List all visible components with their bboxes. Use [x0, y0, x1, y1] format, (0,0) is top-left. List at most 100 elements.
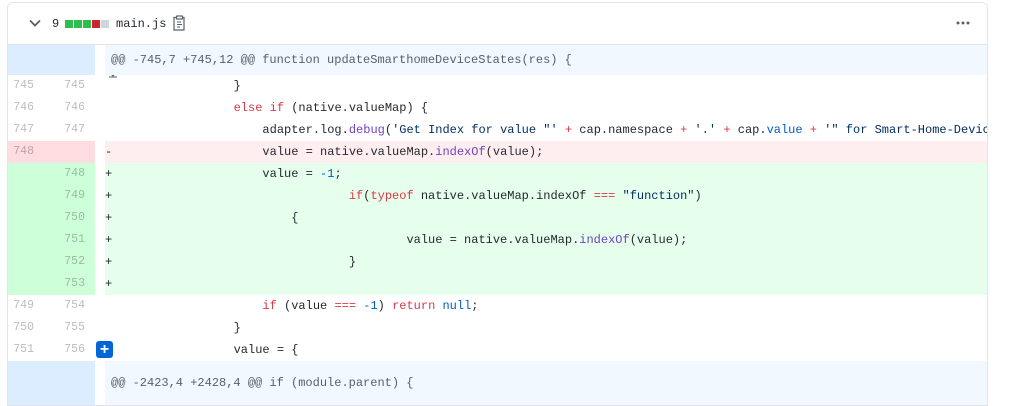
new-line-number[interactable]: 756 — [52, 339, 85, 361]
new-line-number[interactable]: 747 — [52, 119, 85, 141]
new-line-number[interactable]: 755 — [52, 317, 85, 339]
new-line-number[interactable]: 754 — [52, 295, 85, 317]
code-token: -1 — [363, 299, 378, 313]
file-name-link[interactable]: main.js — [116, 17, 166, 31]
copy-icon[interactable] — [172, 15, 188, 31]
code-token: === — [593, 189, 616, 203]
unfold-down-icon[interactable] — [40, 385, 118, 405]
file-header: 9 main.js — [8, 3, 987, 45]
code-token: } — [233, 79, 241, 93]
diff-sign: + — [105, 233, 113, 247]
code-cell — [105, 273, 987, 295]
diff-line-add: 750 + { — [8, 207, 987, 229]
code-lines: 745 745 } 746 746 else if (native.valueMap)… — [8, 75, 987, 361]
code-token: (value — [276, 299, 335, 313]
diffstat-bar — [65, 20, 109, 28]
diff-line-add: 751 + value = native.valueMap.indexOf(val… — [8, 229, 987, 251]
diff-sign: + — [105, 211, 113, 225]
new-line-number[interactable]: 746 — [52, 97, 85, 119]
code-token: value = native.valueMap. — [406, 233, 580, 247]
new-line-number[interactable]: 745 — [52, 75, 85, 97]
code-token: + — [564, 123, 573, 137]
code-token: } — [233, 321, 241, 335]
change-count: 9 — [52, 17, 60, 31]
diff-line-ctx: 747 747 adapter.log.debug('Get Index for … — [8, 119, 987, 141]
code-token: (value); — [485, 145, 544, 159]
code-text: adapter.log.debug('Get Index for value "… — [176, 119, 987, 141]
code-text: value = -1; — [176, 163, 987, 185]
new-line-number[interactable]: 749 — [52, 185, 85, 207]
code-token: typeof — [370, 189, 414, 203]
old-line-number[interactable] — [8, 251, 34, 273]
code-text: } — [176, 317, 987, 339]
code-token: === — [334, 299, 357, 313]
new-line-number[interactable]: 753 — [52, 273, 85, 295]
code-token: "function" — [615, 189, 695, 203]
code-token: cap. — [730, 123, 767, 137]
old-line-number[interactable]: 748 — [8, 141, 34, 163]
code-token: (native.valueMap) { — [284, 101, 429, 115]
old-line-number[interactable]: 745 — [8, 75, 34, 97]
diffstat-block — [83, 20, 91, 28]
old-line-number[interactable] — [8, 273, 34, 295]
code-token: '.' — [687, 123, 724, 137]
diffstat-block — [92, 20, 100, 28]
code-token: value = native.valueMap. — [262, 145, 436, 159]
diff-sign: + — [105, 255, 113, 269]
hunk-header-text: @@ -745,7 +745,12 @@ function updateSmar… — [111, 53, 572, 67]
new-line-number[interactable]: 752 — [52, 251, 85, 273]
chevron-down-icon[interactable] — [27, 15, 43, 31]
diff-line-ctx: 746 746 else if (native.valueMap) { — [8, 97, 987, 119]
diff-sign: + — [105, 277, 113, 291]
code-text: value = native.valueMap.indexOf(value); — [176, 141, 987, 163]
new-line-number[interactable]: 751 — [52, 229, 85, 251]
hunk-code: @@ -745,7 +745,12 @@ function updateSmar… — [105, 45, 987, 75]
hunk-header-bottom: @@ -2423,4 +2428,4 @@ if (module.parent)… — [8, 361, 987, 405]
old-line-number[interactable] — [8, 207, 34, 229]
diff-line-ctx: 745 745 } — [8, 75, 987, 97]
code-token: -1 — [320, 167, 335, 181]
code-token: return — [392, 299, 436, 313]
old-line-number[interactable]: 750 — [8, 317, 34, 339]
unfold-up-icon[interactable] — [40, 366, 118, 390]
diff-line-add: 749 + if(typeof native.valueMap.indexOf =… — [8, 185, 987, 207]
code-token: + — [809, 123, 817, 137]
old-line-number[interactable] — [8, 163, 34, 185]
code-token: debug — [348, 123, 385, 137]
code-token: ; — [471, 299, 479, 313]
old-line-number[interactable]: 747 — [8, 119, 34, 141]
code-token: if — [348, 189, 364, 203]
code-text: } — [176, 75, 987, 97]
code-token: native.valueMap.indexOf — [413, 189, 594, 203]
code-text: value = native.valueMap.indexOf(value); — [176, 229, 987, 251]
code-token: indexOf — [579, 233, 630, 247]
old-line-number[interactable]: 746 — [8, 97, 34, 119]
code-token: + — [723, 123, 731, 137]
new-line-number[interactable]: 748 — [52, 163, 85, 185]
diff-sign: + — [105, 189, 113, 203]
diff-table: @@ -745,7 +745,12 @@ function updateSmar… — [8, 45, 987, 405]
code-token: adapter.log. — [262, 123, 349, 137]
old-line-number[interactable]: 749 — [8, 295, 34, 317]
code-token: (value); — [629, 233, 688, 247]
old-line-number[interactable]: 751 — [8, 339, 34, 361]
code-token: { — [291, 211, 299, 225]
add-comment-button[interactable]: + — [96, 341, 113, 358]
code-text: { — [176, 207, 987, 229]
code-token: 'Get Index for value "' — [392, 123, 565, 137]
new-line-number[interactable]: 750 — [52, 207, 85, 229]
code-token: ; — [334, 167, 342, 181]
diff-line-del: 748 - value = native.valueMap.indexOf(val… — [8, 141, 987, 163]
diff-sign: - — [105, 145, 113, 159]
code-token: ( — [384, 123, 393, 137]
new-line-number[interactable] — [52, 141, 85, 163]
code-token: value = — [262, 167, 321, 181]
kebab-horizontal-icon[interactable] — [953, 15, 973, 31]
unfold-icon[interactable] — [40, 54, 118, 78]
code-token: ) — [377, 299, 393, 313]
diffstat-block — [65, 20, 73, 28]
old-line-number[interactable] — [8, 185, 34, 207]
code-token: indexOf — [435, 145, 486, 159]
hunk-code: @@ -2423,4 +2428,4 @@ if (module.parent)… — [105, 361, 987, 405]
old-line-number[interactable] — [8, 229, 34, 251]
